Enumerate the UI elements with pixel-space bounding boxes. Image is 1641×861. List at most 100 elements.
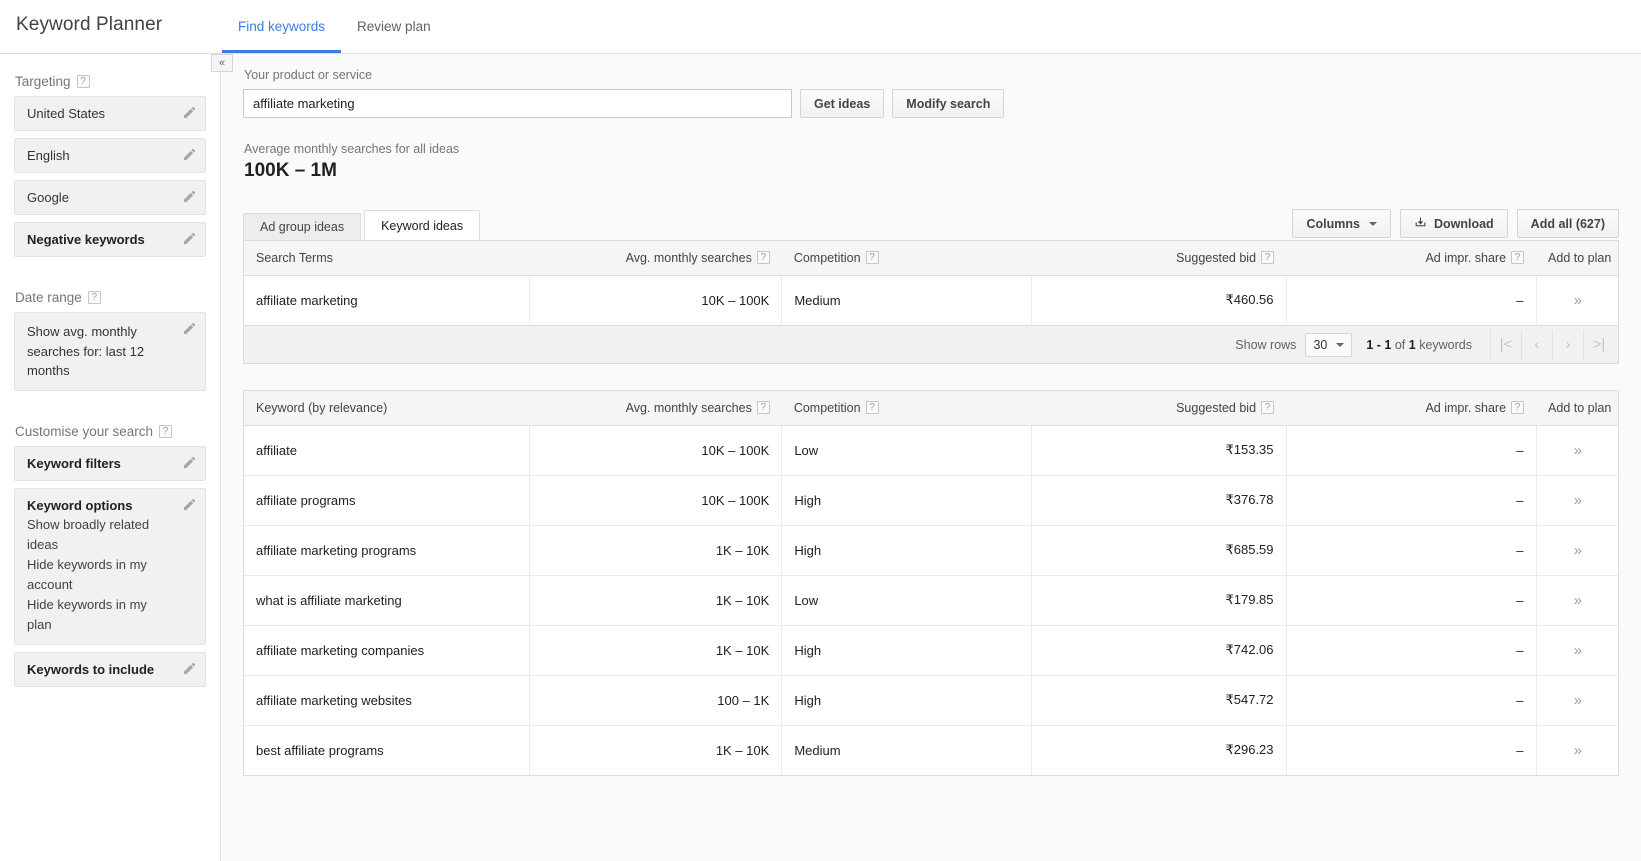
add-to-plan-icon[interactable]: » (1549, 692, 1606, 709)
rows-per-page-select[interactable]: 30 (1305, 332, 1353, 357)
columns-button[interactable]: Columns (1292, 209, 1391, 238)
add-to-plan-icon[interactable]: » (1549, 542, 1606, 559)
column-header-ad-impr-share-label: Ad impr. share (1425, 400, 1507, 415)
pagination-next-button[interactable]: › (1552, 329, 1583, 360)
cell-add-to-plan[interactable]: » (1535, 725, 1618, 775)
cell-add-to-plan[interactable]: » (1535, 425, 1618, 476)
cell-suggested-bid: ₹153.35 (1031, 425, 1287, 476)
cell-add-to-plan[interactable]: » (1535, 675, 1618, 726)
edit-pencil-icon[interactable] (182, 105, 197, 120)
pagination-range-total: 1 (1408, 337, 1416, 352)
cell-suggested-bid: ₹460.56 (1031, 275, 1287, 325)
table-row[interactable]: what is affiliate marketing 1K – 10K Low… (244, 575, 1618, 626)
cell-add-to-plan[interactable]: » (1535, 625, 1618, 676)
help-icon-date-range[interactable]: ? (87, 291, 101, 304)
add-to-plan-icon[interactable]: » (1549, 642, 1606, 659)
sidebar-item-negative-keywords-label: Negative keywords (27, 232, 145, 247)
add-to-plan-icon[interactable]: » (1549, 592, 1606, 609)
search-input[interactable] (243, 89, 792, 118)
help-icon-avg-searches[interactable]: ? (756, 251, 770, 265)
column-header-competition[interactable]: Competition? (781, 391, 1032, 426)
edit-pencil-icon[interactable] (182, 455, 197, 470)
column-header-ad-impr-share[interactable]: Ad impr. share? (1286, 241, 1537, 276)
column-header-search-terms[interactable]: Search Terms (244, 241, 530, 276)
cell-keyword: affiliate programs (244, 475, 530, 526)
cell-avg-searches: 1K – 10K (529, 525, 782, 576)
help-icon-suggested-bid[interactable]: ? (1261, 251, 1275, 265)
help-icon-competition[interactable]: ? (865, 401, 879, 415)
cell-add-to-plan[interactable]: » (1535, 575, 1618, 626)
add-to-plan-icon[interactable]: » (1549, 442, 1606, 459)
table-row[interactable]: affiliate programs 10K – 100K High ₹376.… (244, 475, 1618, 526)
cell-keyword: affiliate marketing (256, 292, 358, 308)
cell-competition: High (781, 525, 1032, 576)
download-button[interactable]: Download (1399, 209, 1508, 238)
table-row[interactable]: affiliate marketing websites 100 – 1K Hi… (244, 675, 1618, 726)
help-icon-targeting[interactable]: ? (76, 75, 90, 88)
tab-review-plan[interactable]: Review plan (341, 0, 447, 53)
column-header-suggested-bid[interactable]: Suggested bid? (1031, 241, 1287, 276)
column-header-competition[interactable]: Competition? (781, 241, 1032, 276)
tab-keyword-ideas[interactable]: Keyword ideas (364, 210, 481, 240)
add-all-button[interactable]: Add all (627) (1516, 209, 1619, 238)
table-row[interactable]: best affiliate programs 1K – 10K Medium … (244, 725, 1618, 775)
column-header-suggested-bid[interactable]: Suggested bid? (1031, 391, 1287, 426)
sidebar-item-keyword-filters[interactable]: Keyword filters (14, 445, 206, 481)
cell-competition: Low (781, 575, 1032, 626)
edit-pencil-icon[interactable] (182, 497, 197, 512)
sidebar-item-network[interactable]: Google (14, 180, 206, 215)
help-icon-avg-searches[interactable]: ? (756, 401, 770, 415)
pagination-first-button[interactable]: |< (1490, 329, 1521, 360)
table-row[interactable]: affiliate marketing companies 1K – 10K H… (244, 625, 1618, 676)
tab-find-keywords[interactable]: Find keywords (222, 0, 342, 53)
column-header-add-to-plan-label: Add to plan (1548, 250, 1612, 265)
sidebar-section-date-range-heading: Date range ? (14, 290, 206, 305)
column-header-ad-impr-share[interactable]: Ad impr. share? (1286, 391, 1537, 426)
edit-pencil-icon[interactable] (182, 189, 197, 204)
table-row[interactable]: affiliate marketing 10K – 100K Medium ₹4… (244, 275, 1618, 325)
table-header-row: Search Terms Avg. monthly searches? Comp… (244, 241, 1618, 276)
sidebar-item-language[interactable]: English (14, 138, 206, 173)
help-icon-competition[interactable]: ? (865, 251, 879, 265)
cell-suggested-bid: ₹685.59 (1031, 525, 1287, 576)
keyword-option-broadly-related: Show broadly related ideas (27, 516, 150, 552)
table-row[interactable]: affiliate marketing programs 1K – 10K Hi… (244, 525, 1618, 576)
cell-add-to-plan[interactable]: » (1535, 275, 1618, 325)
cell-avg-searches: 100 – 1K (529, 675, 782, 726)
help-icon-customise[interactable]: ? (159, 424, 173, 438)
pagination-prev-button[interactable]: ‹ (1521, 329, 1552, 360)
sidebar-item-date-range[interactable]: Show avg. monthly searches for: last 12 … (14, 312, 206, 391)
pagination-last-button[interactable]: >| (1583, 329, 1614, 360)
edit-pencil-icon[interactable] (182, 321, 197, 336)
edit-pencil-icon[interactable] (182, 231, 197, 246)
cell-add-to-plan[interactable]: » (1535, 525, 1618, 576)
column-header-avg-searches[interactable]: Avg. monthly searches? (529, 241, 782, 276)
cell-add-to-plan[interactable]: » (1535, 475, 1618, 526)
column-header-avg-searches[interactable]: Avg. monthly searches? (529, 391, 782, 426)
get-ideas-button[interactable]: Get ideas (800, 89, 885, 118)
help-icon-ad-impr-share[interactable]: ? (1511, 251, 1525, 265)
cell-avg-searches: 10K – 100K (529, 425, 782, 476)
add-to-plan-icon[interactable]: » (1549, 492, 1606, 509)
sidebar-collapse-icon[interactable]: « (211, 54, 233, 72)
cell-suggested-bid: ₹376.78 (1031, 475, 1287, 526)
cell-suggested-bid: ₹179.85 (1031, 575, 1287, 626)
column-header-suggested-bid-label: Suggested bid (1176, 250, 1257, 265)
sidebar-section-customise-label: Customise your search (15, 423, 154, 439)
help-icon-ad-impr-share[interactable]: ? (1511, 401, 1525, 415)
sidebar-item-negative-keywords[interactable]: Negative keywords (14, 222, 206, 257)
edit-pencil-icon[interactable] (182, 661, 197, 676)
sidebar-item-keyword-options[interactable]: Keyword options Show broadly related ide… (14, 487, 206, 646)
modify-search-button[interactable]: Modify search (892, 89, 1005, 118)
sidebar-item-keywords-to-include[interactable]: Keywords to include (14, 652, 206, 688)
add-to-plan-icon[interactable]: » (1549, 742, 1606, 759)
edit-pencil-icon[interactable] (182, 147, 197, 162)
tab-keyword-ideas-label: Keyword ideas (381, 218, 464, 233)
keyword-option-hide-in-plan: Hide keywords in my plan (27, 597, 147, 633)
column-header-keyword-by-relevance[interactable]: Keyword (by relevance) (244, 391, 530, 426)
tab-ad-group-ideas[interactable]: Ad group ideas (243, 213, 362, 240)
sidebar-item-location[interactable]: United States (14, 96, 206, 131)
help-icon-suggested-bid[interactable]: ? (1261, 401, 1275, 415)
add-to-plan-icon[interactable]: » (1549, 292, 1606, 309)
table-row[interactable]: affiliate 10K – 100K Low ₹153.35 – » (244, 425, 1618, 476)
